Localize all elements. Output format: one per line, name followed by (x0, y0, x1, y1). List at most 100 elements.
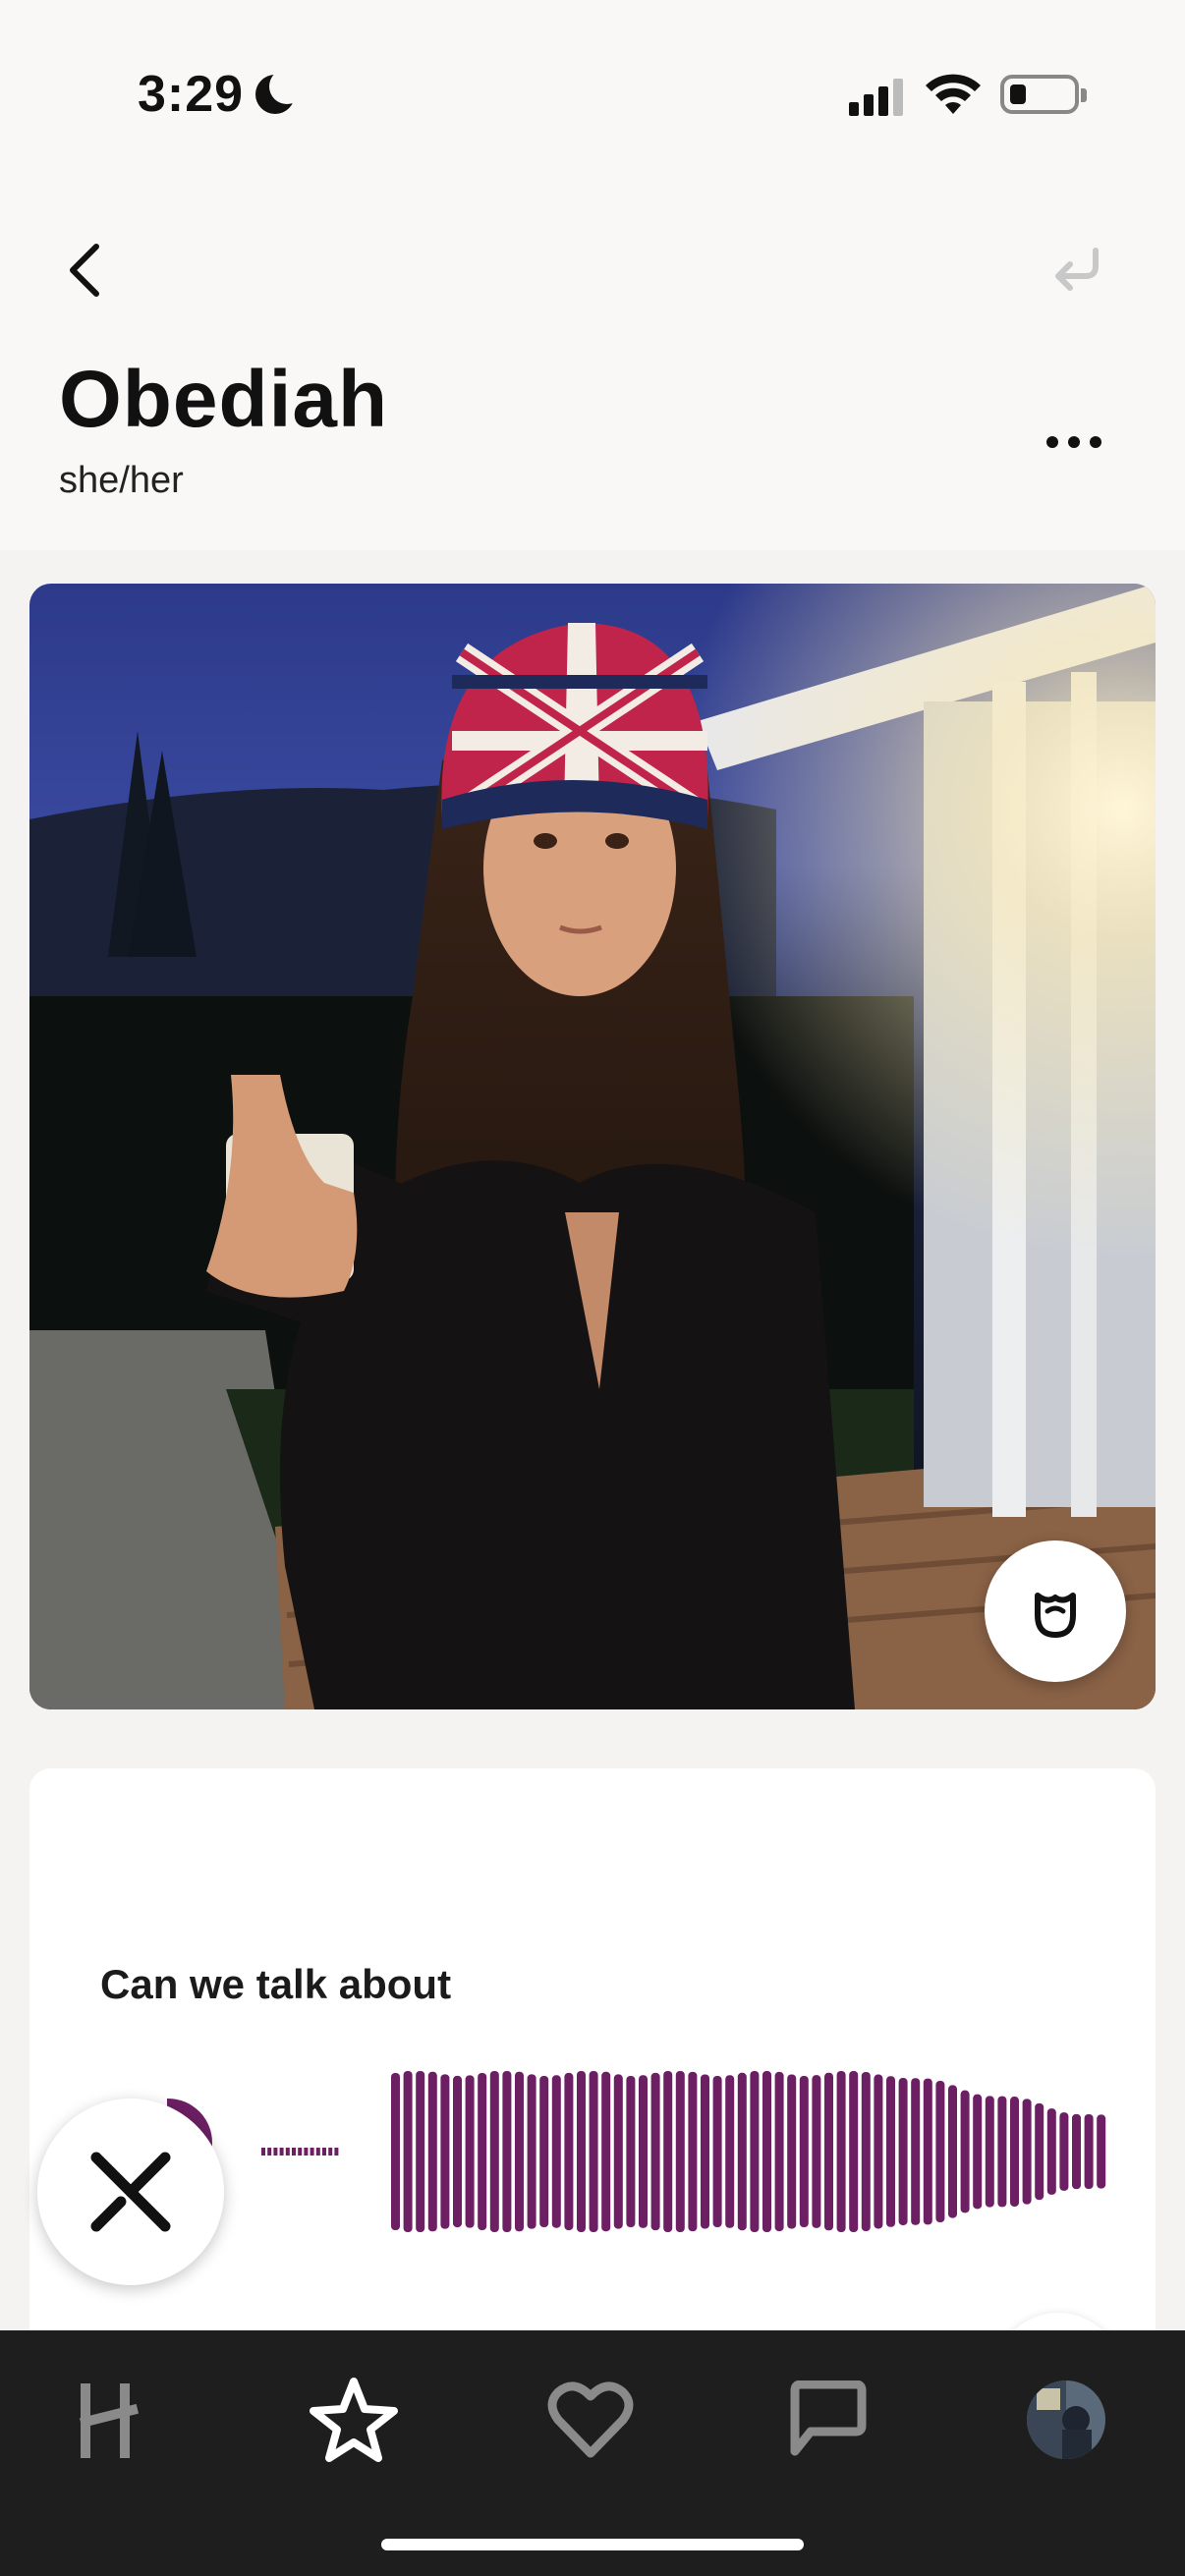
tab-likes[interactable] (536, 2366, 645, 2474)
send-rose-button[interactable] (985, 1540, 1126, 1682)
waveform-bar (650, 2072, 660, 2231)
hinge-logo-icon (79, 2383, 140, 2458)
waveform-dot (292, 2148, 296, 2156)
back-button[interactable] (55, 216, 114, 324)
waveform-bar (898, 2078, 908, 2225)
waveform-bar (613, 2074, 623, 2229)
waveform-bar (861, 2071, 871, 2232)
ellipsis-icon (1046, 436, 1058, 448)
undo-button[interactable] (1042, 216, 1110, 324)
profile-avatar (1027, 2380, 1105, 2459)
waveform-bar (799, 2075, 809, 2228)
rose-icon (1035, 1593, 1076, 1638)
waveform-dot (322, 2148, 326, 2156)
waveform-bar (948, 2085, 957, 2218)
profile-pronouns: she/her (59, 460, 184, 501)
waveform-bar (1059, 2112, 1069, 2191)
status-bar: 3:29 (0, 0, 1185, 187)
waveform-bar (416, 2071, 425, 2232)
waveform-dot (310, 2148, 314, 2156)
waveform-bar (515, 2071, 524, 2232)
moon-icon (255, 69, 305, 114)
tab-standouts[interactable] (300, 2366, 408, 2474)
waveform-bar (985, 2096, 994, 2208)
home-indicator (381, 2539, 804, 2550)
waveform-bar (849, 2071, 859, 2232)
battery-level (1010, 84, 1026, 104)
waveform-bar (923, 2078, 932, 2225)
waveform-bar (911, 2078, 921, 2225)
chevron-left-icon (70, 244, 99, 297)
waveform-bar (1010, 2097, 1019, 2207)
waveform-bar (935, 2080, 945, 2223)
waveform-dot (261, 2148, 265, 2156)
waveform-bar (1035, 2102, 1044, 2201)
waveform-bar (527, 2074, 536, 2229)
tab-discover[interactable] (59, 2366, 167, 2474)
waveform-bar (836, 2071, 846, 2232)
battery-icon (1000, 75, 1087, 114)
waveform-bar (626, 2075, 636, 2228)
waveform-bar (886, 2076, 895, 2227)
profile-name: Obediah (59, 355, 389, 444)
waveform-bar (1084, 2113, 1094, 2190)
wifi-icon (926, 74, 981, 114)
photo-image (29, 584, 1156, 1709)
waveform-bar (465, 2075, 475, 2228)
waveform-bar (1022, 2099, 1032, 2205)
close-x-icon (90, 2152, 171, 2232)
undo-arrow-icon (1055, 248, 1099, 291)
waveform-dot (334, 2148, 339, 2156)
waveform-dot (315, 2148, 320, 2156)
tab-matches[interactable] (774, 2366, 882, 2474)
waveform-bar (453, 2075, 462, 2228)
waveform-bar (812, 2075, 821, 2228)
waveform-bar (712, 2075, 722, 2228)
waveform-bar (737, 2072, 747, 2231)
chat-bubble-icon (790, 2380, 867, 2456)
waveform-bar (874, 2074, 883, 2229)
waveform-bar (701, 2074, 709, 2229)
dismiss-button[interactable] (37, 2099, 224, 2285)
waveform-bar (762, 2071, 771, 2232)
waveform-dot (267, 2148, 272, 2156)
voice-waveform[interactable] (226, 2063, 1110, 2240)
waveform-bar (787, 2074, 797, 2229)
more-options-button[interactable] (1038, 422, 1110, 462)
waveform-bar (427, 2071, 437, 2232)
star-icon (310, 2378, 398, 2462)
waveform-bar (589, 2071, 598, 2232)
waveform-bar (960, 2090, 970, 2213)
tab-profile[interactable] (1012, 2366, 1120, 2474)
waveform-bar (663, 2071, 673, 2232)
waveform-dot (273, 2148, 278, 2156)
waveform-bar (440, 2074, 450, 2229)
waveform-bar (774, 2071, 784, 2232)
waveform-bar (1046, 2108, 1056, 2195)
waveform-bar (1097, 2114, 1106, 2189)
waveform-bar (391, 2073, 400, 2230)
waveform-bar (973, 2094, 983, 2210)
cellular-signal-icon (849, 79, 904, 116)
waveform-bar (551, 2075, 561, 2228)
waveform-bar (639, 2075, 648, 2228)
waveform-bar (725, 2075, 735, 2228)
waveform-bar (539, 2075, 549, 2228)
status-time: 3:29 (138, 66, 245, 123)
waveform-dot (328, 2148, 333, 2156)
profile-photo[interactable] (29, 584, 1156, 1709)
waveform-bar (750, 2071, 760, 2232)
heart-icon (547, 2381, 634, 2458)
waveform-bar (601, 2071, 611, 2232)
waveform-bar (489, 2071, 499, 2232)
waveform-bar (688, 2071, 698, 2232)
waveform-bar (824, 2072, 833, 2231)
waveform-dot (298, 2148, 303, 2156)
waveform-bar (577, 2071, 586, 2232)
waveform-bar (564, 2072, 574, 2231)
waveform-dot (304, 2148, 309, 2156)
waveform-bar (478, 2072, 487, 2231)
waveform-bar (675, 2071, 685, 2232)
waveform-bar (997, 2096, 1007, 2208)
waveform-bar (502, 2071, 512, 2232)
